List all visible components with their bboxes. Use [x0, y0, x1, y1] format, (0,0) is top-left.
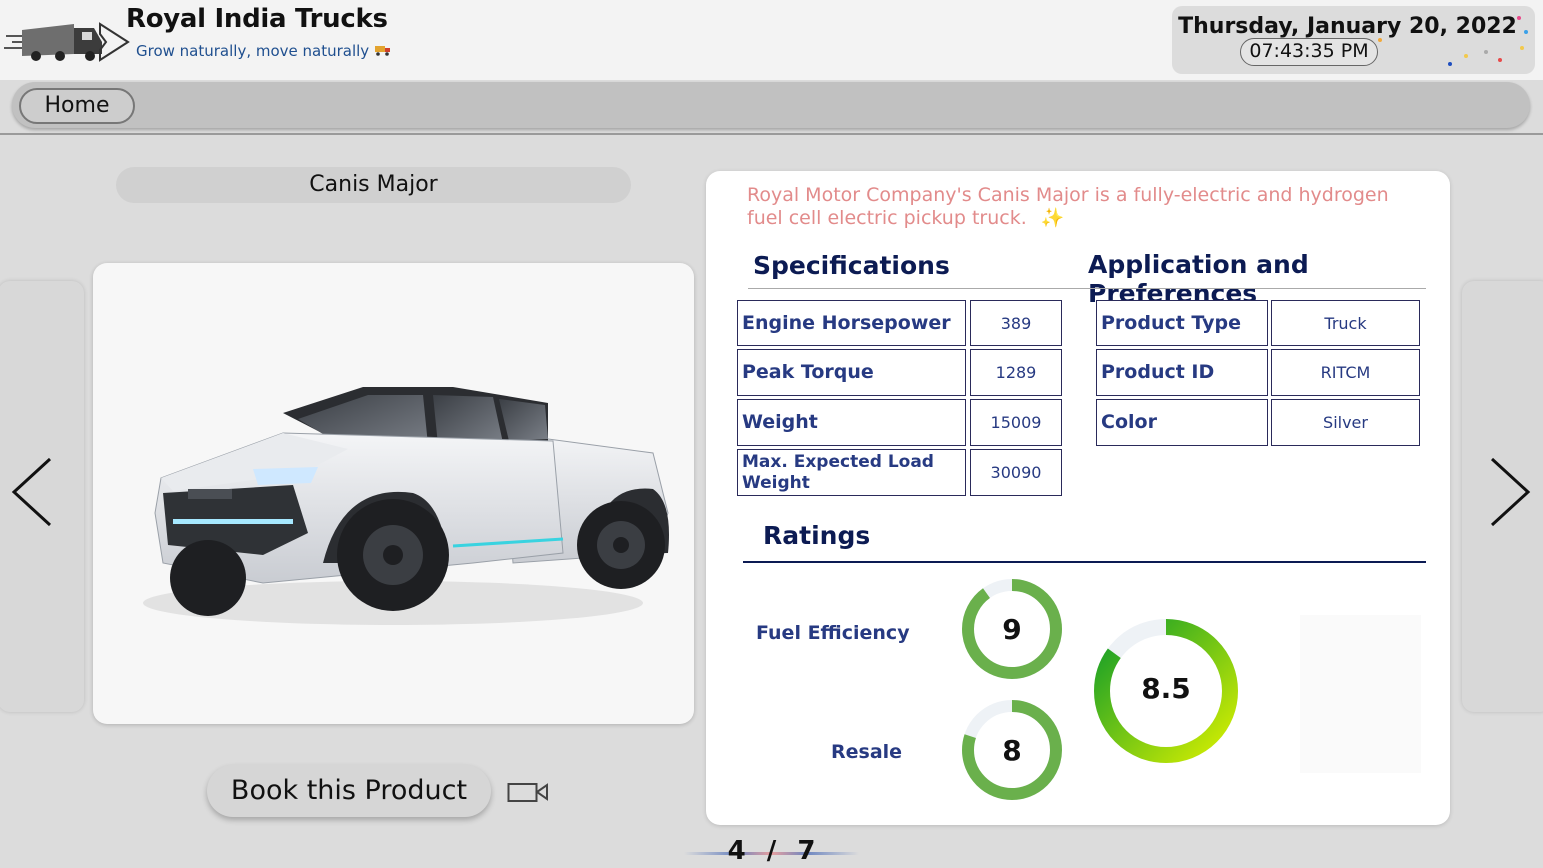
spec-label-max-load: Max. Expected Load Weight [737, 449, 966, 496]
confetti-dot [1520, 46, 1524, 50]
page-indicator: 4 / 7 [684, 836, 859, 868]
spec-label-horsepower: Engine Horsepower [737, 300, 966, 346]
resale-label: Resale [831, 741, 903, 763]
app-label-product-type: Product Type [1096, 300, 1268, 346]
ratings-heading: Ratings [763, 521, 871, 550]
resale-value: 8 [1002, 734, 1022, 767]
specifications-heading: Specifications [753, 251, 950, 280]
spec-value-max-load: 30090 [970, 449, 1062, 496]
confetti-dot [1464, 54, 1468, 58]
app-title: Royal India Trucks [126, 4, 388, 34]
overall-rating-gauge: 8.5 [1092, 617, 1240, 765]
chevron-left-icon[interactable] [10, 455, 54, 529]
resale-gauge: 8 [958, 696, 1066, 804]
current-date: Thursday, January 20, 2022 [1178, 14, 1517, 39]
nav-divider [0, 133, 1543, 135]
confetti-dot [1484, 50, 1488, 54]
confetti-dot [1378, 38, 1382, 42]
fuel-efficiency-label: Fuel Efficiency [756, 622, 910, 644]
video-camera-icon[interactable] [507, 781, 549, 803]
fuel-efficiency-value: 9 [1002, 613, 1022, 646]
book-product-button[interactable]: Book this Product [207, 765, 491, 817]
product-image-card [93, 263, 694, 724]
sparkles-icon: ✨ [1040, 207, 1065, 229]
spec-label-torque: Peak Torque [737, 349, 966, 396]
product-title: Canis Major [116, 167, 631, 203]
product-info-card: Royal Motor Company's Canis Major is a f… [706, 171, 1450, 825]
pickup-truck-image [143, 387, 669, 625]
pager-text: 4 / 7 [684, 836, 859, 866]
app-label-color: Color [1096, 399, 1268, 446]
truck-logo-icon [4, 22, 130, 62]
app-value-product-type: Truck [1271, 300, 1420, 346]
ratings-divider [743, 561, 1426, 563]
tagline-text: Grow naturally, move naturally [136, 42, 370, 60]
pager-total: 7 [797, 836, 816, 866]
app-tagline: Grow naturally, move naturally [136, 42, 391, 60]
confetti-dot [1448, 62, 1452, 66]
spec-label-weight: Weight [737, 399, 966, 446]
spec-value-torque: 1289 [970, 349, 1062, 396]
app-label-product-id: Product ID [1096, 349, 1268, 396]
nav-bar: Home [12, 82, 1530, 128]
fuel-efficiency-gauge: 9 [958, 575, 1066, 683]
app-header: Royal India Trucks Grow naturally, move … [0, 0, 1543, 80]
pager-current: 4 [727, 836, 746, 866]
spec-value-weight: 15009 [970, 399, 1062, 446]
date-time-panel: Thursday, January 20, 2022 07:43:35 PM [1172, 6, 1535, 74]
app-value-product-id: RITCM [1271, 349, 1420, 396]
app-value-color: Silver [1271, 399, 1420, 446]
product-description: Royal Motor Company's Canis Major is a f… [747, 184, 1427, 230]
pager-separator: / [766, 836, 777, 866]
section-divider [748, 288, 1426, 289]
confetti-dot [1524, 30, 1528, 34]
confetti-dot [1517, 16, 1521, 20]
overall-rating-value: 8.5 [1141, 672, 1191, 705]
truck-emoji-icon [375, 44, 391, 60]
spec-value-horsepower: 389 [970, 300, 1062, 346]
description-text: Royal Motor Company's Canis Major is a f… [747, 184, 1389, 229]
confetti-dot [1498, 58, 1502, 62]
chevron-right-icon[interactable] [1488, 455, 1532, 529]
home-button[interactable]: Home [19, 88, 135, 124]
empty-visual-placeholder [1300, 615, 1421, 773]
current-time: 07:43:35 PM [1240, 38, 1378, 66]
